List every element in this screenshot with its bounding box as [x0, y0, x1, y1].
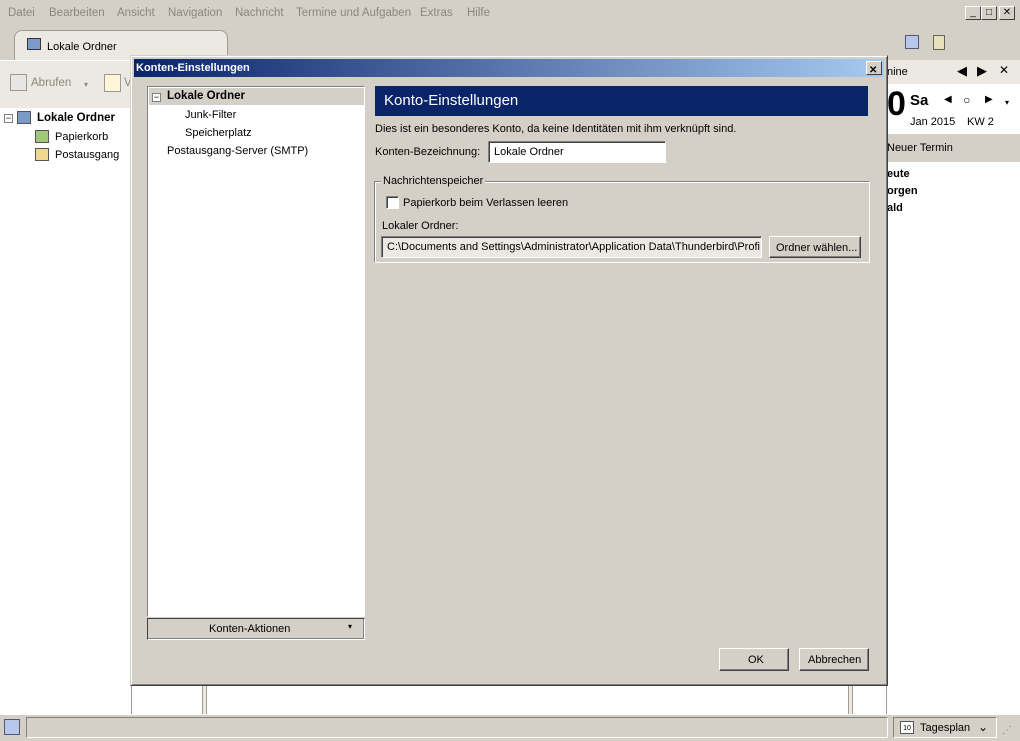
today-circle-icon[interactable]: ○	[963, 93, 970, 107]
next-day-icon[interactable]: ▶	[977, 63, 987, 79]
trash-icon	[35, 130, 49, 143]
chevron-down-icon: ⌄	[978, 720, 989, 734]
account-name-field[interactable]: Lokale Ordner	[488, 141, 666, 163]
cancel-label: Abbrechen	[808, 654, 862, 666]
maximize-button[interactable]: □	[981, 6, 997, 20]
section-soon[interactable]: ald	[887, 202, 903, 214]
local-folder-path-field[interactable]: C:\Documents and Settings\Administrator\…	[381, 236, 762, 258]
dialog-titlebar[interactable]: Konten-Einstellungen ✕	[134, 59, 884, 77]
prev-day-icon[interactable]: ◀	[957, 63, 967, 79]
get-mail-button[interactable]: Abrufen	[31, 77, 71, 89]
month-year: Jan 2015	[910, 116, 956, 128]
message-storage-group: Nachrichtenspeicher Papierkorb beim Verl…	[374, 175, 870, 263]
account-settings-dialog: Konten-Einstellungen ✕ − Lokale Ordner J…	[130, 55, 888, 686]
choose-folder-label: Ordner wählen...	[776, 242, 858, 254]
dropdown-arrow-icon: ▾	[348, 622, 353, 631]
tree-junk-filter[interactable]: Junk-Filter	[185, 109, 236, 121]
dialog-title: Konten-Einstellungen	[136, 62, 250, 74]
close-icon: ✕	[869, 65, 878, 76]
menu-extras[interactable]: Extras	[420, 7, 453, 19]
outbox-icon	[35, 148, 49, 161]
account-actions-button[interactable]: Konten-Aktionen ▾	[147, 618, 365, 640]
computer-icon	[17, 111, 31, 124]
description-text: Dies ist ein besonderes Konto, da keine …	[375, 123, 737, 135]
empty-trash-label[interactable]: Papierkorb beim Verlassen leeren	[403, 197, 568, 209]
maximize-icon: □	[985, 7, 993, 18]
close-window-button[interactable]: ✕	[999, 6, 1015, 20]
tab-label: Lokale Ordner	[47, 41, 117, 53]
account-tree: − Lokale Ordner Junk-Filter Speicherplat…	[147, 86, 365, 617]
cancel-button[interactable]: Abbrechen	[799, 648, 869, 671]
resize-grip-icon[interactable]: ⋰	[1002, 725, 1012, 736]
menu-navigation[interactable]: Navigation	[168, 7, 222, 19]
tree-smtp[interactable]: Postausgang-Server (SMTP)	[167, 145, 308, 157]
choose-folder-button[interactable]: Ordner wählen...	[769, 236, 861, 258]
ok-button[interactable]: OK	[719, 648, 789, 671]
section-tomorrow[interactable]: orgen	[887, 185, 918, 197]
empty-trash-checkbox[interactable]	[386, 196, 399, 209]
ok-label: OK	[748, 654, 764, 666]
day-number: 0	[887, 85, 906, 123]
clipboard-icon[interactable]	[933, 35, 945, 50]
get-mail-dropdown-icon[interactable]: ▾	[84, 80, 88, 89]
local-folder-label: Lokaler Ordner:	[382, 220, 459, 232]
folder-root[interactable]: Lokale Ordner	[37, 112, 115, 124]
today-pane-header: nine	[887, 66, 908, 78]
view-label: Tagesplan	[920, 722, 971, 734]
storage-group-legend: Nachrichtenspeicher	[381, 175, 486, 187]
menu-termine[interactable]: Termine und Aufgaben	[296, 7, 411, 19]
folder-postausgang[interactable]: Postausgang	[55, 149, 119, 161]
prev-arrow-icon[interactable]: ◀	[944, 94, 952, 105]
weekday: Sa	[910, 92, 929, 109]
menubar: Datei Bearbeiten Ansicht Navigation Nach…	[0, 0, 1020, 27]
status-bar: 10 Tagesplan ⌄ ⋰	[0, 714, 1020, 741]
minimize-icon: _	[970, 7, 976, 18]
calendar-icon: 10	[900, 721, 914, 734]
message-pane-bottom	[132, 686, 886, 714]
today-pane: nine ◀ ▶ ✕ 0 Sa ◀ ○ ▶ ▾ Jan 2015 KW 2 Ne…	[886, 60, 1020, 714]
menu-hilfe[interactable]: Hilfe	[467, 7, 490, 19]
close-icon: ✕	[1002, 7, 1012, 18]
panel-header: Konto-Einstellungen	[375, 86, 868, 116]
layout-icon[interactable]	[905, 35, 919, 49]
status-text-area	[26, 717, 888, 738]
write-icon	[104, 74, 121, 92]
account-name-label: Konten-Bezeichnung:	[375, 146, 481, 158]
panel-title: Konto-Einstellungen	[384, 92, 519, 109]
week-number: KW 2	[967, 116, 994, 128]
view-selector[interactable]: 10 Tagesplan ⌄	[893, 717, 997, 738]
tree-account[interactable]: Lokale Ordner	[167, 90, 245, 102]
minimize-button[interactable]: _	[965, 6, 981, 20]
section-today[interactable]: eute	[887, 168, 910, 180]
new-event-button[interactable]: Neuer Termin	[887, 142, 953, 154]
menu-datei[interactable]: Datei	[8, 7, 35, 19]
collapse-icon[interactable]: −	[4, 114, 13, 123]
folder-papierkorb[interactable]: Papierkorb	[55, 131, 108, 143]
computer-icon	[27, 38, 41, 50]
menu-bearbeiten[interactable]: Bearbeiten	[49, 7, 105, 19]
close-pane-icon[interactable]: ✕	[999, 63, 1009, 77]
menu-nachricht[interactable]: Nachricht	[235, 7, 284, 19]
collapse-icon[interactable]: −	[152, 93, 161, 102]
menu-ansicht[interactable]: Ansicht	[117, 7, 155, 19]
get-mail-icon	[10, 74, 27, 91]
tree-storage[interactable]: Speicherplatz	[185, 127, 252, 139]
online-status-icon[interactable]	[4, 719, 20, 735]
folder-pane: − Lokale Ordner Papierkorb Postausgang	[0, 108, 132, 714]
dropdown-icon[interactable]: ▾	[1005, 98, 1009, 107]
dialog-close-button[interactable]: ✕	[866, 61, 882, 76]
next-arrow-icon[interactable]: ▶	[985, 94, 993, 105]
account-actions-label: Konten-Aktionen	[209, 623, 291, 635]
